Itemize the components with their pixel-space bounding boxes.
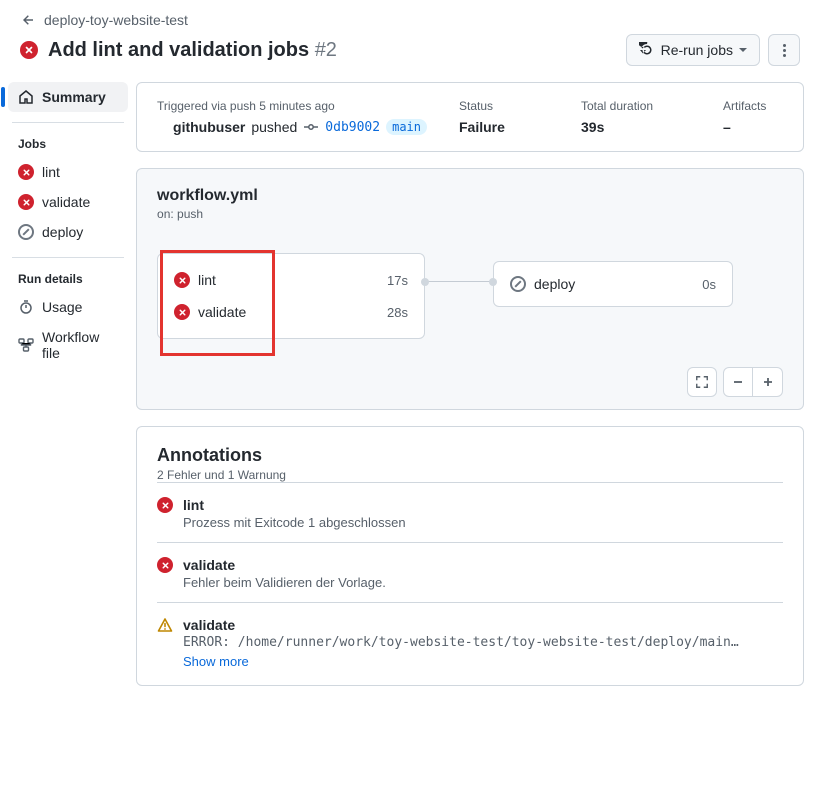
fail-icon	[18, 164, 34, 180]
sidebar-summary[interactable]: Summary	[8, 82, 128, 112]
sidebar-jobs-heading: Jobs	[8, 129, 128, 157]
annotations-title: Annotations	[157, 445, 783, 466]
workflow-trigger: on: push	[157, 207, 783, 221]
rerun-jobs-button[interactable]: Re-run jobs	[626, 34, 760, 66]
error-icon	[157, 497, 173, 513]
chevron-down-icon	[739, 48, 747, 52]
actor-name[interactable]: githubuser	[173, 119, 245, 135]
graph-job-deploy[interactable]: deploy 0s	[508, 272, 718, 296]
sidebar-job-deploy[interactable]: deploy	[8, 217, 128, 247]
commit-icon	[303, 119, 319, 135]
artifacts-value: –	[723, 119, 783, 135]
back-arrow-icon[interactable]	[20, 12, 36, 28]
annotations-card: Annotations 2 Fehler und 1 Warnung lint …	[136, 426, 804, 686]
skip-icon	[510, 276, 526, 292]
workflow-graph-card: workflow.yml on: push lint 17s validate …	[136, 168, 804, 410]
run-menu-kebab-button[interactable]	[768, 34, 800, 66]
sidebar-job-validate[interactable]: validate	[8, 187, 128, 217]
job-group-box: lint 17s validate 28s	[157, 253, 425, 339]
branch-badge[interactable]: main	[386, 119, 427, 135]
fullscreen-button[interactable]	[687, 367, 717, 397]
run-meta-card: Triggered via push 5 minutes ago githubu…	[136, 82, 804, 152]
kebab-icon	[783, 44, 786, 57]
sidebar-usage[interactable]: Usage	[8, 292, 128, 322]
duration-value: 39s	[581, 119, 691, 135]
error-icon	[157, 557, 173, 573]
annotation-item: lint Prozess mit Exitcode 1 abgeschlosse…	[157, 482, 783, 542]
zoom-in-button[interactable]	[753, 367, 783, 397]
sidebar-details-heading: Run details	[8, 264, 128, 292]
fail-icon	[18, 194, 34, 210]
breadcrumb[interactable]: deploy-toy-website-test	[44, 12, 188, 28]
graph-job-lint[interactable]: lint 17s	[172, 264, 410, 296]
run-status-fail-icon	[20, 41, 38, 59]
sync-icon	[639, 42, 655, 58]
graph-connector	[425, 281, 493, 282]
fail-icon	[174, 272, 190, 288]
warning-icon	[157, 617, 173, 633]
workflow-icon	[18, 337, 34, 353]
graph-job-deploy-box: deploy 0s	[493, 261, 733, 307]
show-more-link[interactable]: Show more	[183, 654, 743, 669]
skip-icon	[18, 224, 34, 240]
home-icon	[18, 89, 34, 105]
run-number: #2	[315, 39, 337, 61]
trigger-verb: pushed	[251, 119, 297, 135]
annotation-item: validate ERROR: /home/runner/work/toy-we…	[157, 602, 783, 681]
workflow-name: workflow.yml	[157, 187, 783, 205]
commit-sha[interactable]: 0db9002	[325, 120, 380, 135]
fail-icon	[174, 304, 190, 320]
zoom-out-button[interactable]	[723, 367, 753, 397]
sidebar-workflow-file[interactable]: Workflow file	[8, 322, 128, 368]
stopwatch-icon	[18, 299, 34, 315]
page-title: Add lint and validation jobs #2	[48, 39, 337, 62]
sidebar-job-lint[interactable]: lint	[8, 157, 128, 187]
annotation-item: validate Fehler beim Validieren der Vorl…	[157, 542, 783, 602]
trigger-label: Triggered via push 5 minutes ago	[157, 99, 427, 113]
graph-job-validate[interactable]: validate 28s	[172, 296, 410, 328]
annotations-summary: 2 Fehler und 1 Warnung	[157, 468, 783, 482]
status-value: Failure	[459, 119, 549, 135]
